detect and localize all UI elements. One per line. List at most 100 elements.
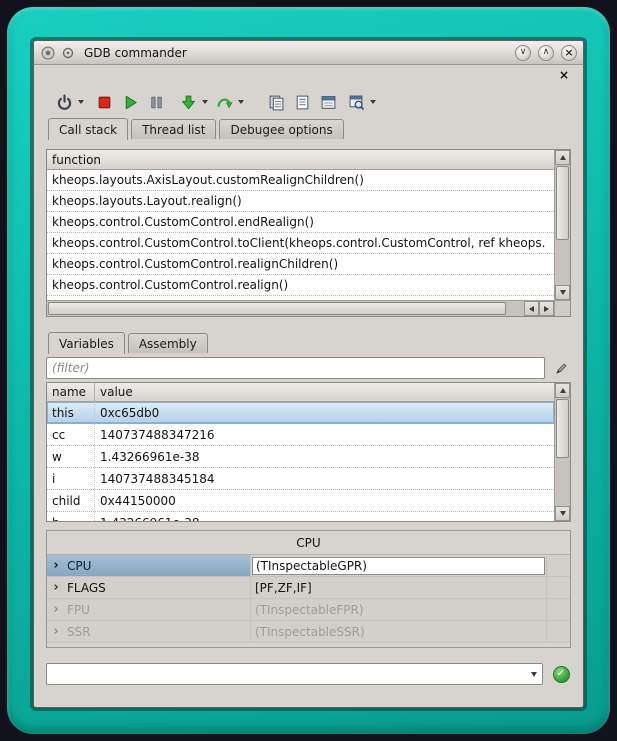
variable-row[interactable]: i 140737488345184 [47, 468, 554, 490]
variable-name: child [47, 490, 95, 511]
command-combobox[interactable] [46, 663, 543, 685]
variable-row[interactable]: b 1.43266961e-38 [47, 512, 554, 521]
tab-assembly[interactable]: Assembly [128, 333, 208, 353]
cpu-row-name: FPU [65, 599, 251, 620]
variables-vertical-scrollbar[interactable] [554, 383, 570, 521]
tab-variables[interactable]: Variables [48, 332, 125, 354]
scrollbar-handle[interactable] [556, 166, 569, 240]
maximize-button[interactable]: ∧ [538, 45, 554, 61]
power-dropdown-arrow[interactable] [76, 90, 86, 114]
combo-dropdown-button[interactable] [525, 664, 542, 684]
variable-value: 0x44150000 [95, 490, 554, 511]
expand-arrow-icon[interactable]: › [47, 599, 65, 620]
scrollbar-track[interactable] [555, 398, 570, 506]
scroll-right-button[interactable] [539, 301, 554, 316]
command-input[interactable] [47, 665, 525, 683]
step-over-dropdown-arrow[interactable] [236, 90, 246, 114]
call-stack-row[interactable]: kheops.layouts.AxisLayout.customRealignC… [47, 170, 554, 191]
cpu-row-name: CPU [65, 555, 251, 576]
arrow-right-icon [544, 306, 549, 312]
panel-close-button[interactable]: × [557, 69, 571, 81]
minimize-button[interactable]: ∨ [515, 45, 531, 61]
frames-icon [268, 94, 285, 111]
power-button[interactable] [52, 90, 76, 114]
watch-icon [348, 94, 365, 111]
scroll-up-button[interactable] [555, 383, 570, 398]
scroll-up-button[interactable] [555, 150, 570, 165]
call-stack-vertical-scrollbar[interactable] [554, 150, 570, 300]
titlebar[interactable]: GDB commander ∨ ∧ × [34, 41, 583, 65]
cpu-row[interactable]: › FLAGS [PF,ZF,IF] [47, 577, 570, 599]
variable-name: cc [47, 424, 95, 445]
tab-debugee-options[interactable]: Debugee options [219, 119, 343, 139]
close-button[interactable]: × [561, 45, 577, 61]
pause-button[interactable] [144, 90, 168, 114]
run-button[interactable] [118, 90, 142, 114]
function-column-header[interactable]: function [47, 150, 554, 170]
cpu-row[interactable]: › FPU (TInspectableFPR) [47, 599, 570, 621]
variable-name: this [47, 402, 95, 423]
step-into-button[interactable] [176, 90, 200, 114]
scrollbar-track[interactable] [47, 301, 524, 316]
call-stack-row[interactable]: kheops.control.CustomControl.endRealign(… [47, 212, 554, 233]
cpu-row-value: [PF,ZF,IF] [251, 577, 547, 598]
command-row: ✓ [46, 662, 571, 686]
cpu-row[interactable]: › SSR (TInspectableSSR) [47, 621, 570, 643]
scroll-down-button[interactable] [555, 285, 570, 300]
call-stack-panel: function kheops.layouts.AxisLayout.custo… [46, 149, 571, 317]
expand-arrow-icon[interactable]: › [47, 555, 65, 576]
app-icon[interactable] [40, 45, 56, 61]
memory-button[interactable] [316, 90, 340, 114]
scrollbar-handle[interactable] [48, 302, 506, 315]
window-title: GDB commander [84, 46, 187, 60]
cpu-row-value: (TInspectableGPR) [251, 555, 547, 576]
watch-dropdown-arrow[interactable] [368, 90, 378, 114]
cpu-value-input[interactable]: (TInspectableGPR) [252, 557, 545, 575]
cpu-row[interactable]: › CPU (TInspectableGPR) [47, 555, 570, 577]
cpu-row-gutter [547, 555, 570, 576]
scroll-down-button[interactable] [555, 506, 570, 521]
variable-name: w [47, 446, 95, 467]
chevron-down-icon [531, 672, 537, 677]
arrow-up-icon [560, 155, 566, 160]
output-button[interactable] [290, 90, 314, 114]
variable-row[interactable]: w 1.43266961e-38 [47, 446, 554, 468]
gdb-commander-window: GDB commander ∨ ∧ × × [33, 40, 584, 708]
call-stack-horizontal-scrollbar[interactable] [47, 300, 554, 316]
call-stack-row[interactable]: kheops.control.CustomControl.realignChil… [47, 254, 554, 275]
send-command-button[interactable]: ✓ [551, 664, 571, 684]
value-column-header[interactable]: value [95, 383, 554, 402]
variable-row[interactable]: child 0x44150000 [47, 490, 554, 512]
pen-icon [554, 361, 569, 376]
watch-button[interactable] [344, 90, 368, 114]
call-stack-row[interactable]: kheops.control.CustomControl.toClient(kh… [47, 233, 554, 254]
cpu-register-tree: › CPU (TInspectableGPR) › FLAGS [PF,ZF,I… [47, 554, 570, 647]
variable-name: b [47, 512, 95, 521]
filter-options-button[interactable] [551, 358, 571, 378]
call-stack-row[interactable]: kheops.layouts.Layout.realign() [47, 191, 554, 212]
scroll-left-button[interactable] [524, 301, 539, 316]
debug-toolbar [46, 87, 571, 117]
variables-table: name value this 0xc65db0 cc 140737488347… [47, 383, 554, 521]
step-into-dropdown-arrow[interactable] [200, 90, 210, 114]
window-menu-icon[interactable] [60, 45, 76, 61]
pause-icon [148, 94, 165, 111]
cpu-row-value: (TInspectableFPR) [251, 599, 547, 620]
expand-arrow-icon[interactable]: › [47, 577, 65, 598]
stop-button[interactable] [92, 90, 116, 114]
variables-panel: name value this 0xc65db0 cc 140737488347… [46, 382, 571, 522]
variable-value: 140737488345184 [95, 468, 554, 489]
call-stack-row[interactable]: kheops.control.CustomControl.realign() [47, 275, 554, 296]
tab-thread-list[interactable]: Thread list [131, 119, 216, 139]
tab-call-stack[interactable]: Call stack [48, 118, 128, 140]
variable-row[interactable]: cc 140737488347216 [47, 424, 554, 446]
scrollbar-corner [554, 300, 570, 316]
step-over-button[interactable] [212, 90, 236, 114]
expand-arrow-icon[interactable]: › [47, 621, 65, 642]
variable-row[interactable]: this 0xc65db0 [47, 402, 554, 424]
variables-filter-input[interactable] [46, 357, 545, 379]
name-column-header[interactable]: name [47, 383, 95, 402]
frames-button[interactable] [264, 90, 288, 114]
scrollbar-track[interactable] [555, 165, 570, 285]
scrollbar-handle[interactable] [556, 399, 569, 458]
